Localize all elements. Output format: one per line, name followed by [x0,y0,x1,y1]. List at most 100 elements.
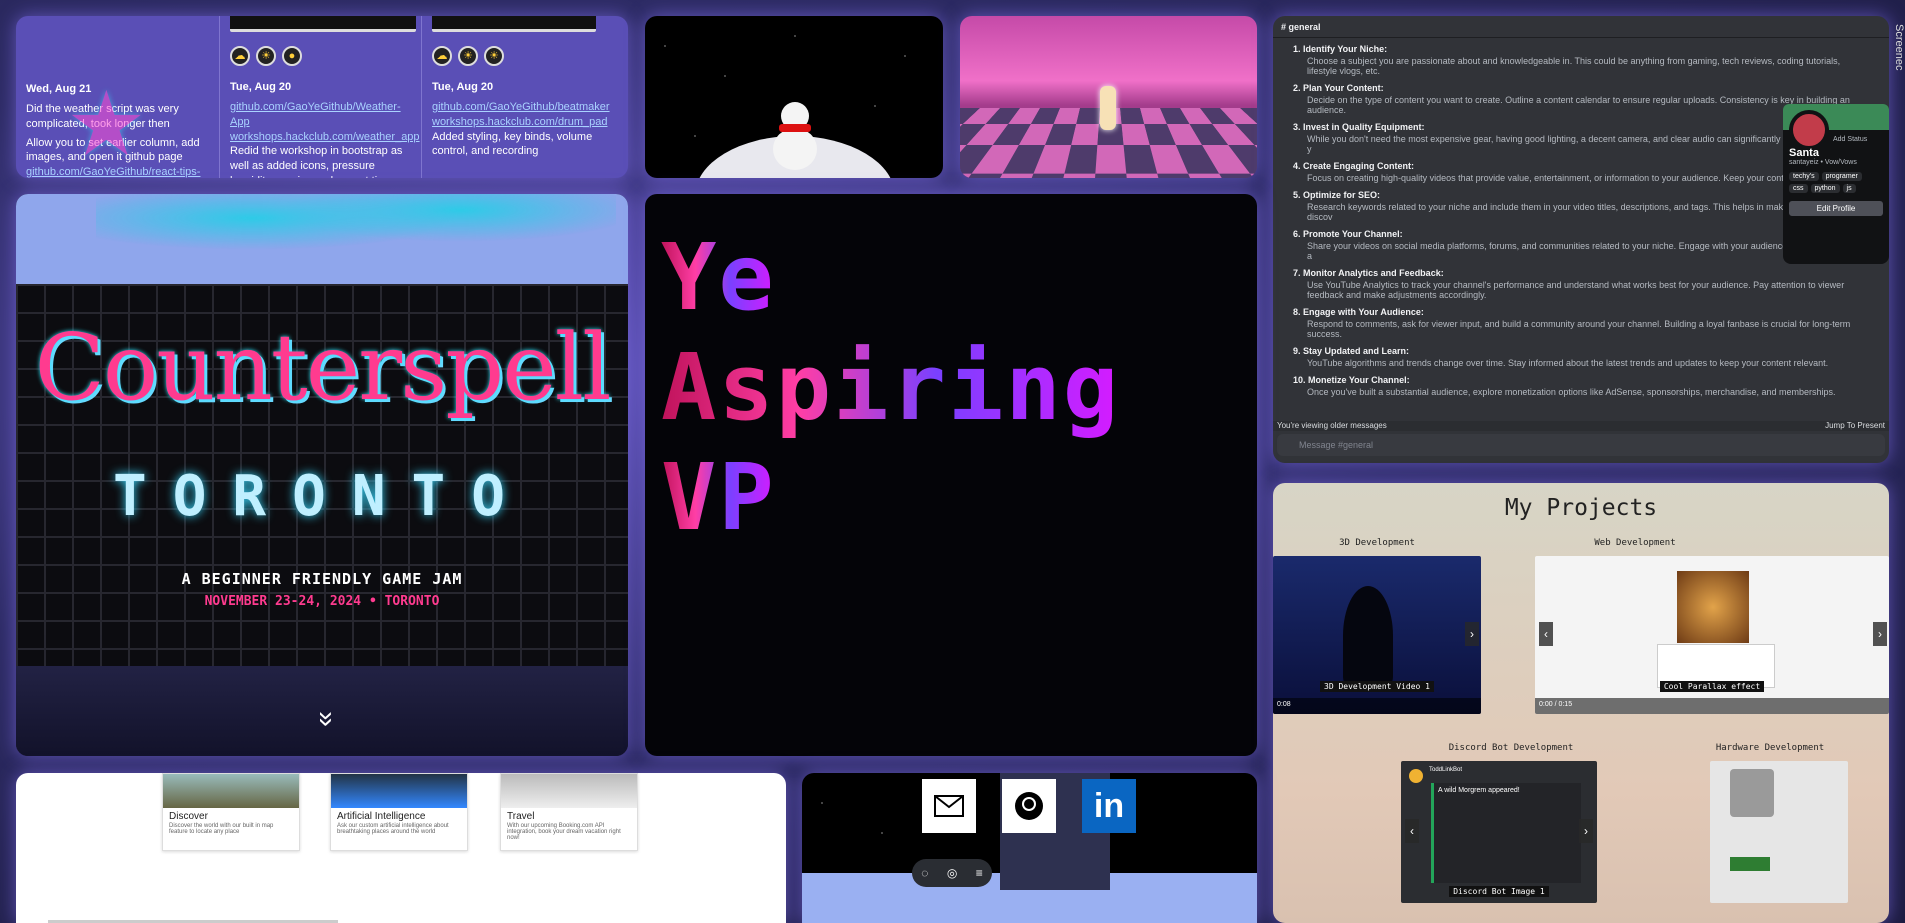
timeline-date: Tue, Aug 20 [432,81,494,93]
sun-icon: ☀ [256,46,276,66]
message-detail: Respond to comments, ask for viewer inpu… [1307,319,1851,339]
card-image [163,774,299,808]
video-caption: Cool Parallax effect [1535,676,1889,694]
message-detail: Use YouTube Analytics to track your chan… [1307,280,1845,300]
github-icon: ● [282,46,302,66]
profile-popout: Add Status Santa santayeiz • Vow/Vows te… [1783,104,1889,264]
linkedin-button[interactable]: in [1082,779,1136,833]
hero-line-1: Ye [661,224,776,331]
snowman-scene[interactable] [645,16,943,178]
project-category: Hardware Development [1715,743,1825,753]
project-video[interactable]: › 0:08 3D Development Video 1 [1273,556,1481,714]
timeline-link[interactable]: workshops.hackclub.com/drum_pad [432,116,607,128]
message-heading: 7. Monitor Analytics and Feedback: [1293,268,1444,278]
circuit-board [1730,857,1770,871]
timeline-card: Wed, Aug 21 Did the weather script was v… [16,16,628,178]
edit-profile-button[interactable]: Edit Profile [1789,201,1883,216]
timeline-text: Redid the workshop in bootstrap as well … [230,145,403,178]
jump-to-present-button[interactable]: Jump To Present [1825,421,1885,431]
message-item: 8. Engage with Your Audience: Respond to … [1293,307,1869,339]
message-heading: 9. Stay Updated and Learn: [1293,346,1410,356]
snowman-body [773,128,817,170]
next-arrow-icon[interactable]: › [1873,622,1887,646]
add-status-button[interactable]: Add Status [1833,136,1883,143]
weather-icons: ☁ ☀ ● [230,46,411,66]
project-category: Web Development [1594,538,1676,548]
projects-section: My Projects 3D Development › 0:08 3D Dev… [1273,483,1889,923]
older-messages-text: You're viewing older messages [1277,421,1387,430]
message-item: 10. Monetize Your Channel: Once you've bu… [1293,375,1869,397]
avatar[interactable] [1789,110,1829,150]
card-desc: Ask our custom artificial intelligence a… [337,823,449,835]
bot-name: ToddLinkBot [1429,767,1463,773]
next-arrow-icon[interactable]: › [1579,819,1593,843]
project-category: 3D Development [1339,538,1415,548]
older-messages-bar: You're viewing older messages Jump To Pr… [1273,421,1889,431]
chevron-down-icon[interactable]: » [312,704,343,734]
timeline-bar [432,16,596,32]
card-image [331,774,467,808]
message-item: 9. Stay Updated and Learn: YouTube algori… [1293,346,1869,368]
video-time: 0:08 [1277,701,1291,708]
vaporwave-scene[interactable] [960,16,1257,178]
project-image[interactable] [1710,761,1848,903]
message-heading: 8. Engage with Your Audience: [1293,307,1424,317]
video-time: 0:00 / 0:15 [1539,701,1573,708]
video-controls[interactable]: 0:08 [1273,698,1481,714]
message-detail: Choose a subject you are passionate abou… [1307,56,1841,76]
project-category: Discord Bot Development [1448,743,1574,753]
feature-card[interactable]: Artificial Intelligence Ask our custom a… [330,773,468,851]
prev-arrow-icon[interactable]: ‹ [1539,622,1553,646]
message-detail: Once you've built a substantial audience… [1307,387,1836,397]
card-title: Artificial Intelligence [337,811,426,822]
email-button[interactable] [922,779,976,833]
embed-title: A wild Morgrem appeared! [1438,787,1520,794]
card-desc: With our upcoming Booking.com API integr… [507,823,621,841]
message-input[interactable]: Message #general [1277,434,1885,456]
character-figure [1100,86,1116,130]
timeline-bar [230,16,416,32]
timeline-link[interactable]: workshops.hackclub.com/weather_app [230,131,420,143]
project-video[interactable]: ‹ › 0:00 / 0:15 Cool Parallax effect [1535,556,1889,714]
github-button[interactable] [1002,779,1056,833]
role-tag: programer [1821,172,1862,181]
burger-image [1677,571,1749,643]
image-caption: Discord Bot Image 1 [1401,881,1597,899]
role-tag: techy's [1789,172,1819,181]
timeline-link[interactable]: github.com/GaoYeGithub/Weather-App [230,101,401,128]
event-date: NOVEMBER 23-24, 2024 • TORONTO [204,594,440,609]
video-figure [1343,586,1393,686]
video-controls[interactable]: 0:00 / 0:15 [1535,698,1889,714]
snowman-scarf [779,124,811,132]
next-arrow-icon[interactable]: › [1465,622,1479,646]
event-subtitle: A BEGINNER FRIENDLY GAME JAM [181,570,463,588]
channel-header: # general [1273,16,1889,38]
cloud-icon: ☁ [230,46,250,66]
menu-icon[interactable]: ≡ [976,866,983,880]
linkedin-icon: in [1093,786,1125,825]
hard-drive-image [1730,769,1774,817]
message-heading: 10. Monetize Your Channel: [1293,375,1410,385]
project-image[interactable]: ToddLinkBot A wild Morgrem appeared! ‹ ›… [1401,761,1597,903]
event-title: Counterspell [34,314,611,421]
card-title: Travel [507,811,535,822]
feature-card[interactable]: Discover Discover the world with our bui… [162,773,300,851]
card-title: Discover [169,811,208,822]
contact-scene: in ◌ ◎ ≡ [802,773,1257,923]
hero-line-2: Aspiring [661,334,1121,441]
chat-icon[interactable]: ◌ [921,866,928,880]
hero-line-3: VP [661,444,776,551]
weather-icons: ☁ ☀ ☀ [432,46,618,66]
email-icon [934,795,964,817]
role-tag: python [1810,184,1840,193]
counterspell-banner[interactable]: Counterspell TORONTO A BEGINNER FRIENDLY… [16,194,628,756]
message-item: 7. Monitor Analytics and Feedback: Use Yo… [1293,268,1869,300]
profile-name: Santa [1789,147,1819,159]
bot-avatar [1409,769,1423,783]
prev-arrow-icon[interactable]: ‹ [1405,819,1419,843]
role-tag: js [1842,184,1856,193]
message-heading: 2. Plan Your Content: [1293,83,1384,93]
feature-card[interactable]: Travel With our upcoming Booking.com API… [500,773,638,851]
eye-icon[interactable]: ◎ [947,866,957,880]
timeline-link[interactable]: github.com/GaoYeGithub/beatmaker [432,101,610,113]
